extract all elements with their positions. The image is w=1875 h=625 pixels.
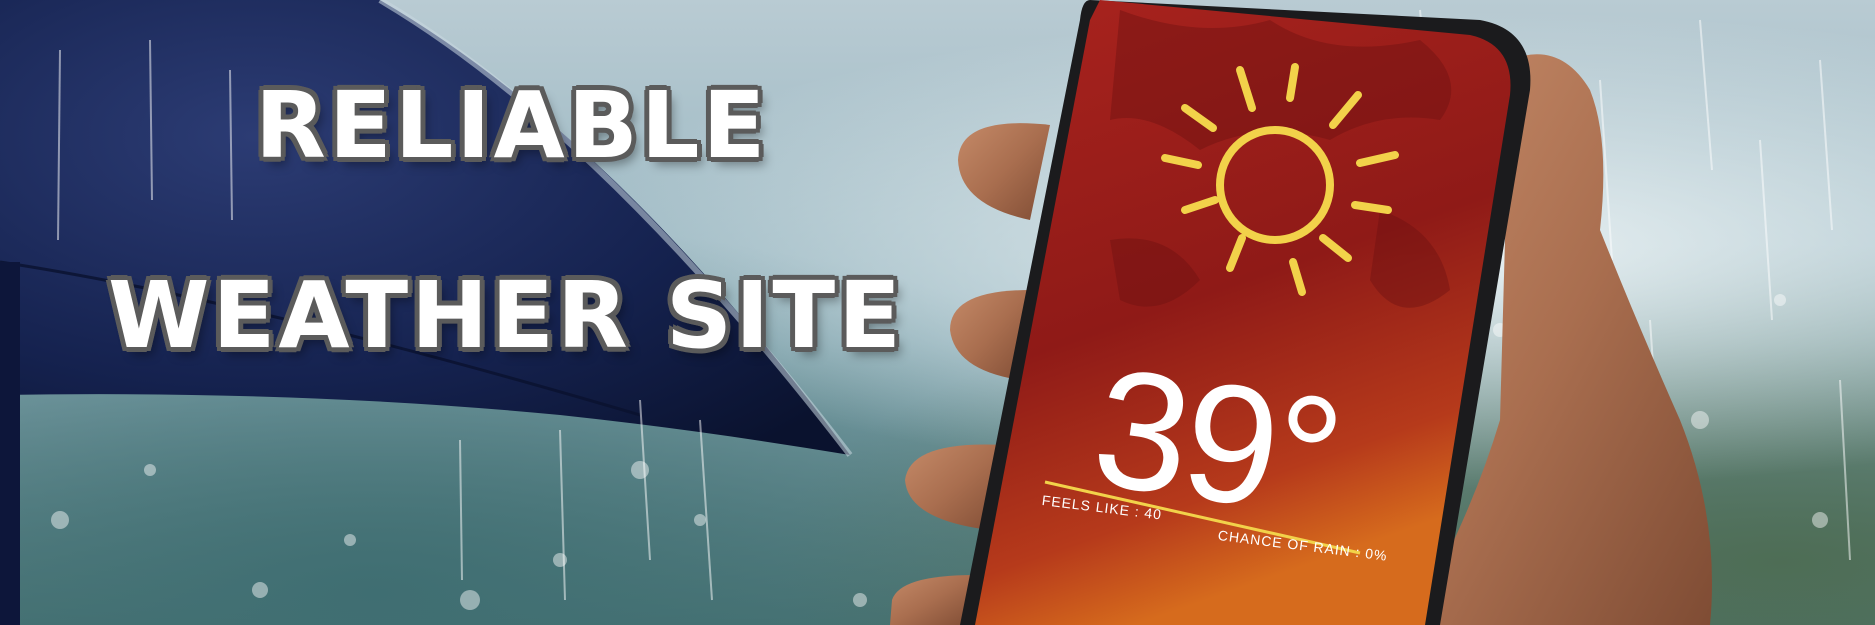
temperature-reading: 39° xyxy=(1083,331,1350,552)
umbrella xyxy=(0,0,850,455)
photo-scene: RELIABLE WEATHER SITE 39° FEELS LIKE : 4… xyxy=(0,0,1875,625)
headline-line-1: RELIABLE xyxy=(255,72,769,179)
headline-line-2: WEATHER SITE xyxy=(108,262,904,369)
umbrella-handle xyxy=(0,262,20,625)
